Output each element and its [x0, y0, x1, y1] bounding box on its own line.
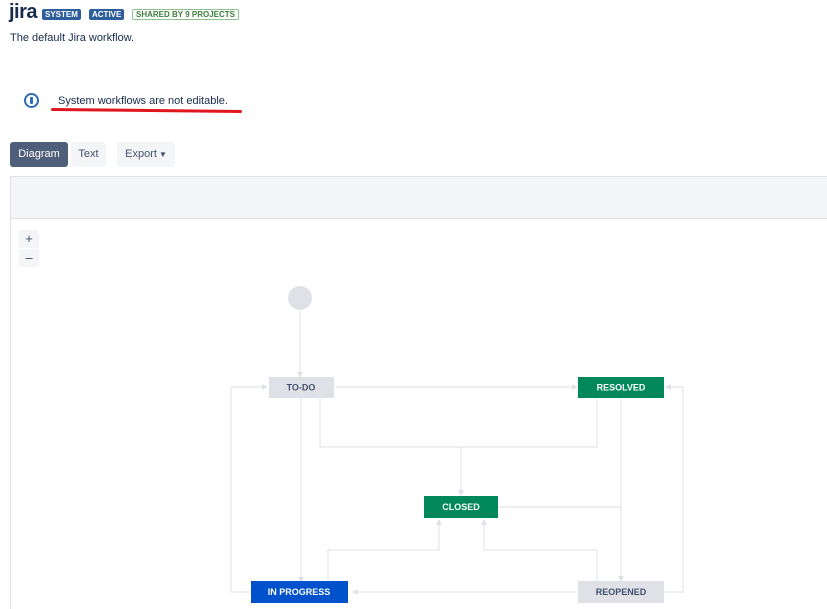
status-reopened: REOPENED	[578, 581, 664, 603]
shared-projects-badge[interactable]: SHARED BY 9 PROJECTS	[132, 9, 239, 20]
export-dropdown-button[interactable]: Export ▼	[117, 142, 175, 167]
text-view-button[interactable]: Text	[71, 142, 106, 167]
active-badge: ACTIVE	[89, 9, 125, 20]
status-closed-label: CLOSED	[442, 502, 480, 512]
workflow-diagram: TO-DO RESOLVED CLOSED IN PROGRESS REOPEN…	[230, 286, 684, 603]
status-in-progress-label: IN PROGRESS	[268, 587, 331, 597]
status-resolved: RESOLVED	[578, 377, 664, 398]
export-label: Export	[125, 148, 157, 160]
transition-reopened-closed	[481, 519, 598, 581]
transition-resolved-closed	[461, 398, 598, 448]
transition-inprogress-closed	[327, 519, 442, 581]
info-icon	[24, 93, 39, 108]
status-reopened-label: REOPENED	[596, 587, 647, 597]
diagram-view-button[interactable]: Diagram	[10, 142, 68, 167]
status-closed: CLOSED	[424, 496, 498, 518]
status-resolved-label: RESOLVED	[597, 383, 646, 393]
status-todo-label: TO-DO	[287, 383, 316, 393]
status-in-progress: IN PROGRESS	[251, 581, 348, 603]
not-editable-notice: System workflows are not editable.	[58, 95, 228, 107]
red-annotation-underline	[50, 108, 243, 113]
status-todo: TO-DO	[269, 377, 334, 398]
start-node	[288, 286, 312, 310]
workflow-title: jira	[9, 1, 38, 23]
transition-todo-closed	[319, 398, 464, 496]
system-badge: SYSTEM	[42, 9, 81, 20]
chevron-down-icon: ▼	[158, 150, 167, 159]
workflow-description: The default Jira workflow.	[10, 32, 135, 44]
workflow-diagram-canvas[interactable]: + – TO-DO RESOLVED CLOSED IN PROGRESS RE…	[10, 176, 827, 609]
transition-inprogress-todo	[230, 384, 268, 593]
transition-reopened-resolved	[664, 384, 684, 593]
